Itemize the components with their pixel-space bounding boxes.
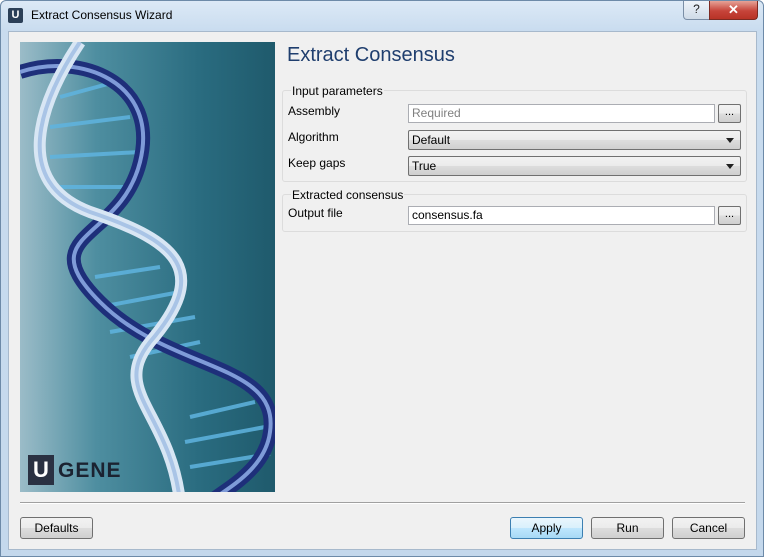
chevron-down-icon — [726, 138, 734, 143]
window-title: Extract Consensus Wizard — [31, 8, 173, 22]
keep-gaps-select[interactable]: True — [408, 156, 741, 176]
algorithm-select[interactable]: Default — [408, 130, 741, 150]
extracted-consensus-title: Extracted consensus — [291, 188, 405, 202]
algorithm-value: Default — [412, 133, 451, 147]
page-title: Extract Consensus — [287, 44, 455, 66]
wizard-window: U Extract Consensus Wizard ? ✕ U GENE Ex… — [0, 0, 764, 557]
dialog-client-area: U GENE Extract Consensus Input parameter… — [8, 31, 757, 550]
ugene-app-icon: U — [8, 8, 23, 23]
input-parameters-group: Input parameters Assembly Required ... A… — [282, 84, 747, 182]
output-file-input[interactable]: consensus.fa — [408, 206, 715, 225]
keep-gaps-value: True — [412, 159, 437, 173]
run-button[interactable]: Run — [591, 517, 664, 539]
apply-button[interactable]: Apply — [510, 517, 583, 539]
close-button[interactable]: ✕ — [709, 1, 758, 20]
chevron-down-icon — [726, 164, 734, 169]
footer-separator — [20, 502, 745, 504]
input-parameters-title: Input parameters — [291, 84, 384, 98]
assembly-input[interactable]: Required — [408, 104, 715, 123]
ugene-logo-u: U — [28, 455, 54, 485]
defaults-button[interactable]: Defaults — [20, 517, 93, 539]
output-file-label: Output file — [288, 206, 343, 220]
algorithm-label: Algorithm — [288, 130, 339, 144]
dna-helix-image: U GENE — [20, 42, 275, 492]
assembly-label: Assembly — [288, 104, 341, 118]
cancel-button[interactable]: Cancel — [672, 517, 745, 539]
title-bar[interactable]: U Extract Consensus Wizard ? ✕ — [1, 1, 763, 31]
help-button[interactable]: ? — [683, 1, 710, 20]
keep-gaps-label: Keep gaps — [288, 156, 346, 170]
ugene-logo-text: GENE — [58, 459, 122, 482]
dna-helix-icon — [20, 42, 275, 492]
assembly-browse-button[interactable]: ... — [718, 104, 741, 123]
extracted-consensus-group: Extracted consensus Output file consensu… — [282, 188, 747, 232]
output-file-browse-button[interactable]: ... — [718, 206, 741, 225]
